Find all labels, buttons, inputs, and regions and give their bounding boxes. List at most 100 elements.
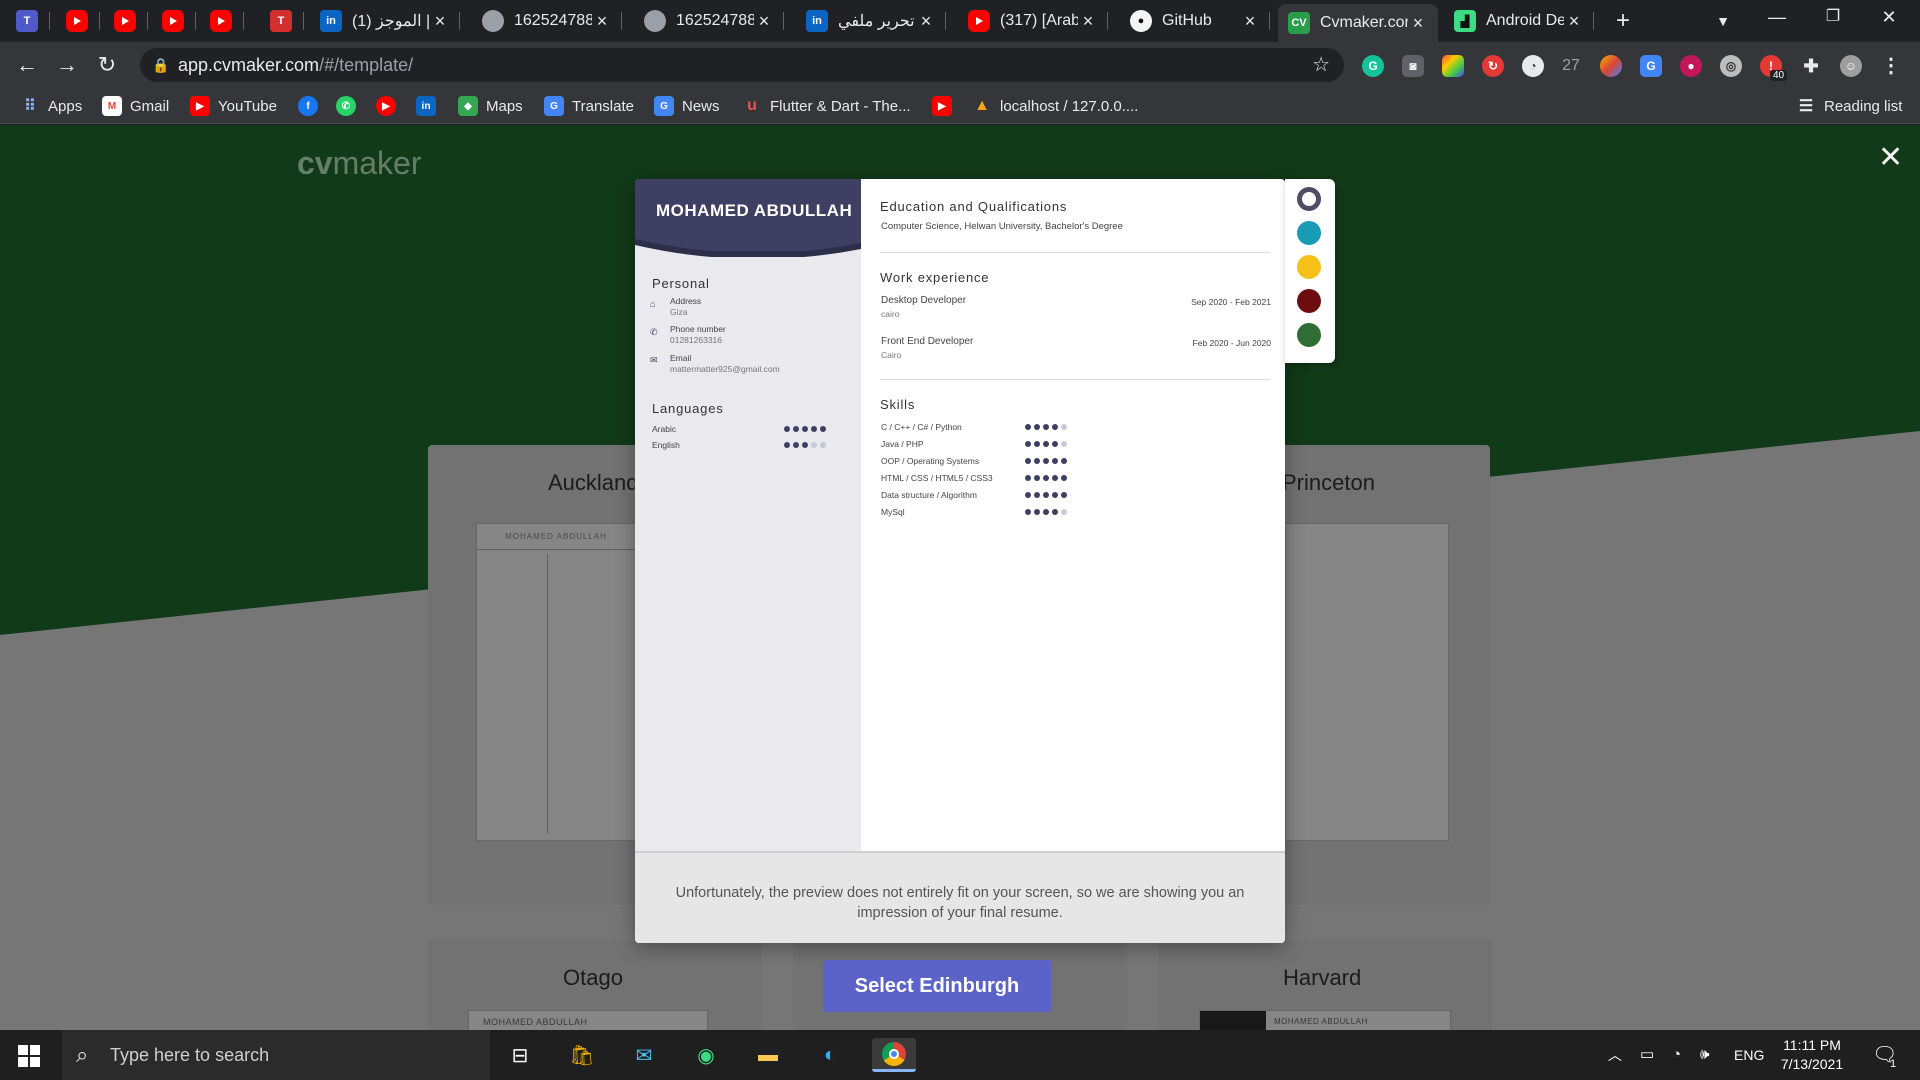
close-icon[interactable]: × xyxy=(1408,13,1428,34)
chrome-icon[interactable] xyxy=(872,1038,916,1072)
skill-level-dots xyxy=(1025,441,1067,447)
store-icon[interactable]: 🛍 xyxy=(564,1038,600,1072)
tab-youtube-arabic[interactable]: (317) [Arabic... × xyxy=(958,4,1108,38)
windows-start-icon[interactable] xyxy=(18,1045,40,1067)
tray-chevron-icon[interactable]: ︿ xyxy=(1608,1030,1622,1080)
restore-button[interactable]: ❐ xyxy=(1810,0,1856,34)
bookmark-news[interactable]: G News xyxy=(654,94,720,118)
tab-android[interactable]: ▟ Android Dev... × xyxy=(1444,4,1594,38)
chrome-menu-icon[interactable]: ⋮ xyxy=(1880,55,1902,77)
battery-icon[interactable]: ▭ xyxy=(1640,1030,1654,1080)
skill-level-dots xyxy=(1025,509,1067,515)
red-circle-extension-icon[interactable]: ↻ xyxy=(1482,55,1504,77)
close-icon[interactable]: × xyxy=(1078,11,1098,32)
linkedin-icon: in xyxy=(416,96,436,116)
tab-globe-2[interactable]: 1625247884 × xyxy=(634,4,784,38)
bookmark-whatsapp[interactable]: ✆ xyxy=(336,94,364,118)
close-icon[interactable]: × xyxy=(916,11,936,32)
color-swatch[interactable] xyxy=(1297,255,1321,279)
bookmark-flutter[interactable]: u Flutter & Dart - The... xyxy=(742,94,911,118)
phone-value: 01281263316 xyxy=(670,335,723,345)
resume-preview-modal: MOHAMED ABDULLAH Personal ⌂ Address Giza… xyxy=(635,179,1285,943)
bookmark-linkedin[interactable]: in xyxy=(416,94,444,118)
bookmark-star-icon[interactable]: ☆ xyxy=(1312,48,1330,82)
close-window-button[interactable]: ✕ xyxy=(1866,0,1912,34)
color-picker-icon[interactable] xyxy=(1442,55,1464,77)
bookmark-youtube[interactable]: ▶ YouTube xyxy=(190,94,277,118)
skills-heading: Skills xyxy=(880,397,916,412)
reload-icon[interactable]: ↻ xyxy=(92,50,122,80)
color-swatch[interactable] xyxy=(1297,221,1321,245)
skill-level-dots xyxy=(1025,458,1067,464)
android-studio-icon[interactable]: ◉ xyxy=(688,1038,724,1072)
mail-icon[interactable]: ✉ xyxy=(626,1038,662,1072)
wifi-icon[interactable]: ◔ xyxy=(1672,1030,1681,1080)
youtube-icon xyxy=(968,10,990,32)
tab-github[interactable]: ● GitHub × xyxy=(1120,4,1270,38)
minimize-button[interactable]: — xyxy=(1754,0,1800,34)
reading-list[interactable]: ☰ Reading list xyxy=(1796,94,1903,118)
color-swatch[interactable] xyxy=(1297,289,1321,313)
tab-search-icon[interactable]: ▼ xyxy=(1700,4,1746,38)
level-dot-empty xyxy=(1061,441,1067,447)
taskbar-clock[interactable]: 11:11 PM 7/13/2021 xyxy=(1764,1036,1860,1074)
forward-icon[interactable]: → xyxy=(52,50,82,80)
taskbar-search[interactable]: ⌕ Type here to search xyxy=(62,1030,490,1080)
youtube-music-icon: ▶ xyxy=(376,96,396,116)
edge-icon[interactable]: ◐ xyxy=(812,1038,848,1072)
file-explorer-icon[interactable]: ▬ xyxy=(750,1038,786,1072)
tab-linkedin-2[interactable]: in تحرير ملفي | ... × xyxy=(796,4,946,38)
select-template-button[interactable]: Select Edinburgh xyxy=(823,960,1051,1012)
bookmark-youtube-music[interactable]: ▶ xyxy=(376,94,404,118)
tab-youtube-3[interactable] xyxy=(152,4,196,38)
task-view-icon[interactable]: ⊟ xyxy=(502,1038,538,1072)
tab-globe-1[interactable]: 1625247884 × xyxy=(472,4,622,38)
close-icon[interactable]: × xyxy=(1564,11,1584,32)
back-icon[interactable]: ← xyxy=(12,50,42,80)
close-icon[interactable]: × xyxy=(754,11,774,32)
bookmark-gmail[interactable]: M Gmail xyxy=(102,94,169,118)
bookmark-apps[interactable]: ⠿ Apps xyxy=(20,94,82,118)
section-divider xyxy=(880,379,1270,380)
close-icon[interactable]: × xyxy=(1240,11,1260,32)
tab-tn[interactable]: T xyxy=(260,4,304,38)
tab-youtube-4[interactable] xyxy=(200,4,244,38)
level-dot-filled xyxy=(1025,458,1031,464)
close-icon[interactable]: × xyxy=(430,11,450,32)
color-swatch[interactable] xyxy=(1297,187,1321,211)
tab-youtube-1[interactable] xyxy=(56,4,100,38)
bookmark-facebook[interactable]: f xyxy=(298,94,326,118)
lock-icon: 🔒 xyxy=(152,57,170,73)
clock-time: 11:11 PM xyxy=(1783,1037,1841,1053)
tab-cvmaker[interactable]: CV Cvmaker.com × xyxy=(1278,4,1438,42)
level-dot-filled xyxy=(1052,441,1058,447)
bookmark-youtube-2[interactable]: ▶ xyxy=(932,94,960,118)
bookmark-label: News xyxy=(682,97,720,115)
screen-recorder-icon[interactable]: ● xyxy=(1680,55,1702,77)
bookmark-translate[interactable]: G Translate xyxy=(544,94,634,118)
puzzle-extensions-icon[interactable]: ✚ xyxy=(1800,55,1822,77)
tab-teams[interactable]: T xyxy=(6,4,50,38)
language-indicator[interactable]: ENG xyxy=(1734,1030,1764,1080)
bookmark-maps[interactable]: ◆ Maps xyxy=(458,94,523,118)
pinwheel-icon[interactable] xyxy=(1600,55,1622,77)
speed-dial-icon[interactable]: ◔ xyxy=(1522,55,1544,77)
tab-linkedin-1[interactable]: in (1) الموجز | ... × xyxy=(310,4,460,38)
grammarly-icon[interactable]: G xyxy=(1362,55,1384,77)
level-dot-filled xyxy=(1025,424,1031,430)
bookmark-label: YouTube xyxy=(218,97,277,115)
address-bar[interactable]: 🔒 app.cvmaker.com/#/template/ ☆ xyxy=(140,48,1344,82)
close-preview-button[interactable]: ✕ xyxy=(1878,143,1903,173)
gray-extension-icon[interactable]: ◎ xyxy=(1720,55,1742,77)
address-label: Address xyxy=(670,296,702,306)
new-tab-button[interactable]: + xyxy=(1600,4,1646,38)
close-icon[interactable]: × xyxy=(592,11,612,32)
google-translate-icon[interactable]: G xyxy=(1640,55,1662,77)
volume-icon[interactable]: 🕪 xyxy=(1700,1030,1709,1080)
camera-icon[interactable]: ◙ xyxy=(1402,55,1424,77)
avatar[interactable]: ☺ xyxy=(1840,55,1862,77)
color-swatch[interactable] xyxy=(1297,323,1321,347)
notifications-icon[interactable]: 🗨 xyxy=(1872,1030,1897,1080)
tab-youtube-2[interactable] xyxy=(104,4,148,38)
bookmark-localhost[interactable]: ▲ localhost / 127.0.0.... xyxy=(972,94,1138,118)
